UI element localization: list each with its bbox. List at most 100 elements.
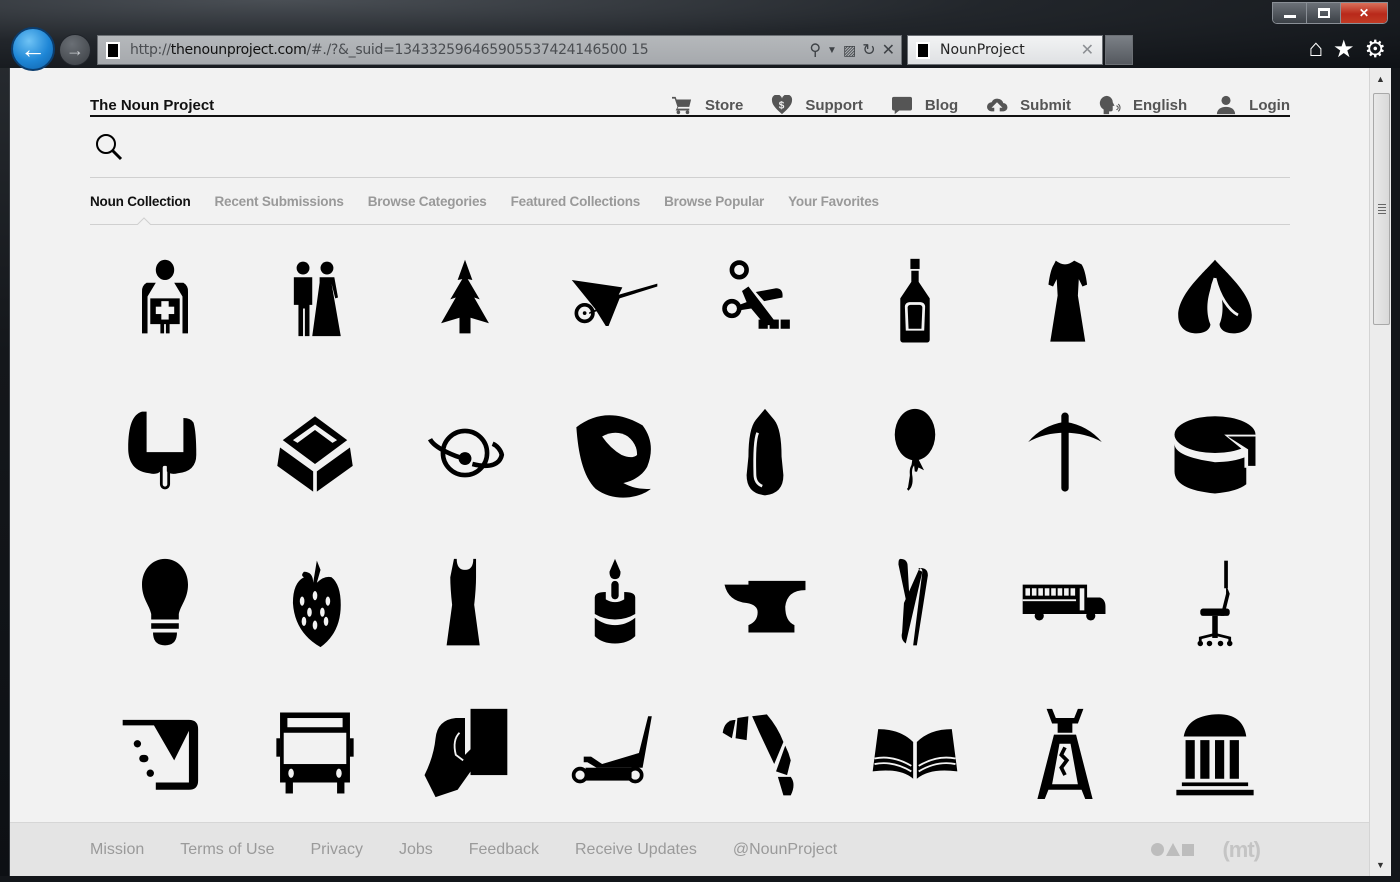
compatibility-view-icon[interactable]: ▨ (843, 42, 856, 59)
footer-link-jobs[interactable]: Jobs (399, 841, 433, 859)
icon-tile[interactable] (990, 408, 1140, 498)
close-window-button[interactable]: ✕ (1341, 3, 1387, 23)
search-icon[interactable]: ⚲ (809, 40, 821, 60)
icon-tile[interactable] (90, 408, 240, 498)
heart-dollar-icon: $ (772, 95, 793, 115)
scroll-up-arrow-icon[interactable]: ▲ (1376, 74, 1385, 84)
settings-gear-icon[interactable]: ⚙ (1364, 35, 1386, 64)
icon-tile[interactable] (240, 258, 390, 348)
icon-tile[interactable] (540, 708, 690, 798)
forward-button[interactable]: → (59, 34, 91, 66)
icon-tile[interactable] (240, 408, 390, 498)
icon-tile[interactable] (390, 708, 540, 798)
icon-tile[interactable] (840, 558, 990, 648)
onion-dome-icon (1178, 259, 1252, 334)
wheelbarrow-icon (571, 280, 658, 326)
nav-submit[interactable]: Submit (986, 95, 1071, 115)
icon-tile[interactable] (1140, 558, 1290, 648)
icon-tile[interactable] (90, 558, 240, 648)
nav-store[interactable]: Store (671, 95, 743, 115)
refresh-icon[interactable]: ↻ (862, 40, 875, 60)
icon-tile[interactable] (690, 708, 840, 798)
school-bus-icon (1022, 584, 1106, 621)
window-frame-right (1391, 68, 1400, 882)
search-icon[interactable] (94, 132, 124, 162)
icon-tile[interactable] (540, 408, 690, 498)
cloud-upload-icon (987, 98, 1008, 112)
collection-subnav: Noun Collection Recent Submissions Brows… (90, 178, 1290, 225)
tab-close-icon[interactable]: ✕ (1081, 40, 1094, 60)
icon-tile[interactable] (390, 408, 540, 498)
page-viewport: The Noun Project Store $ Support Blog Su… (9, 68, 1369, 876)
hand-holding-card-icon (424, 708, 508, 798)
vertical-scrollbar[interactable]: ▲ ▼ (1369, 68, 1391, 876)
icon-tile[interactable] (540, 258, 690, 348)
favorites-star-icon[interactable]: ★ (1333, 35, 1355, 64)
shapes-logo-icon[interactable] (1151, 843, 1195, 856)
minimize-button[interactable] (1273, 3, 1307, 23)
maximize-button[interactable] (1307, 3, 1341, 23)
new-tab-button[interactable] (1105, 35, 1133, 65)
icon-tile[interactable] (1140, 258, 1290, 348)
search-input[interactable] (134, 132, 1234, 162)
icon-tile[interactable] (540, 558, 690, 648)
icon-tile[interactable] (840, 708, 990, 798)
scroll-thumb[interactable] (1373, 93, 1390, 325)
back-button[interactable]: ← (11, 27, 55, 71)
icon-tile[interactable] (690, 408, 840, 498)
icon-tile[interactable] (690, 558, 840, 648)
subnav-browse-categories[interactable]: Browse Categories (368, 194, 487, 209)
site-title[interactable]: The Noun Project (90, 97, 214, 114)
close-icon: ✕ (1358, 6, 1370, 20)
footer-link-privacy[interactable]: Privacy (310, 841, 362, 859)
nav-blog-label: Blog (924, 96, 959, 114)
candle-cake-icon (594, 558, 636, 644)
subnav-browse-popular[interactable]: Browse Popular (664, 194, 764, 209)
browser-chrome: ✕ ← → http://thenounproject.com/#./?&_su… (0, 0, 1400, 71)
nav-support[interactable]: $ Support (771, 95, 863, 115)
icon-tile[interactable] (240, 708, 390, 798)
url-text[interactable]: http://thenounproject.com/#./?&_suid=134… (130, 42, 809, 58)
icon-tile[interactable] (90, 258, 240, 348)
balloon-icon (894, 408, 936, 491)
icon-tile[interactable] (390, 258, 540, 348)
footer-link-receive-updates[interactable]: Receive Updates (575, 841, 697, 859)
strawberry-icon (292, 560, 341, 648)
icon-tile[interactable] (990, 258, 1140, 348)
nav-blog[interactable]: Blog (891, 95, 958, 115)
footer-link-mission[interactable]: Mission (90, 841, 144, 859)
icon-tile[interactable] (990, 558, 1140, 648)
subnav-noun-collection[interactable]: Noun Collection (90, 194, 191, 209)
office-chair-icon (1197, 560, 1233, 647)
icon-tile[interactable] (1140, 408, 1290, 498)
icon-tile[interactable] (390, 558, 540, 648)
nav-login[interactable]: Login (1215, 95, 1290, 115)
icon-tile[interactable] (690, 258, 840, 348)
site-header: The Noun Project Store $ Support Blog Su… (90, 83, 1290, 117)
stop-icon[interactable]: ✕ (882, 40, 895, 60)
icon-tile[interactable] (90, 708, 240, 798)
icon-tile[interactable] (240, 558, 390, 648)
footer-link-terms[interactable]: Terms of Use (180, 841, 274, 859)
speaking-head-icon (1099, 95, 1121, 115)
chevron-down-icon[interactable]: ▼ (827, 45, 837, 56)
mt-logo[interactable]: (mt) (1222, 837, 1261, 863)
square-tile-icon (277, 416, 353, 492)
floor-jack-icon (571, 716, 652, 784)
icon-tile[interactable] (1140, 708, 1290, 798)
icon-tile[interactable] (840, 408, 990, 498)
subnav-featured-collections[interactable]: Featured Collections (511, 194, 641, 209)
cart-icon (671, 96, 692, 115)
icon-tile[interactable] (990, 708, 1140, 799)
browser-tab[interactable]: NounProject ✕ (907, 35, 1103, 65)
scroll-down-arrow-icon[interactable]: ▼ (1376, 860, 1385, 870)
svg-text:$: $ (779, 101, 785, 112)
subnav-recent-submissions[interactable]: Recent Submissions (215, 194, 344, 209)
footer-link-twitter[interactable]: @NounProject (733, 841, 837, 859)
subnav-your-favorites[interactable]: Your Favorites (788, 194, 879, 209)
home-icon[interactable]: ⌂ (1308, 35, 1323, 64)
icon-tile[interactable] (840, 258, 990, 348)
nav-english[interactable]: English (1099, 95, 1187, 115)
footer-link-feedback[interactable]: Feedback (469, 841, 539, 859)
address-bar[interactable]: http://thenounproject.com/#./?&_suid=134… (97, 35, 902, 65)
